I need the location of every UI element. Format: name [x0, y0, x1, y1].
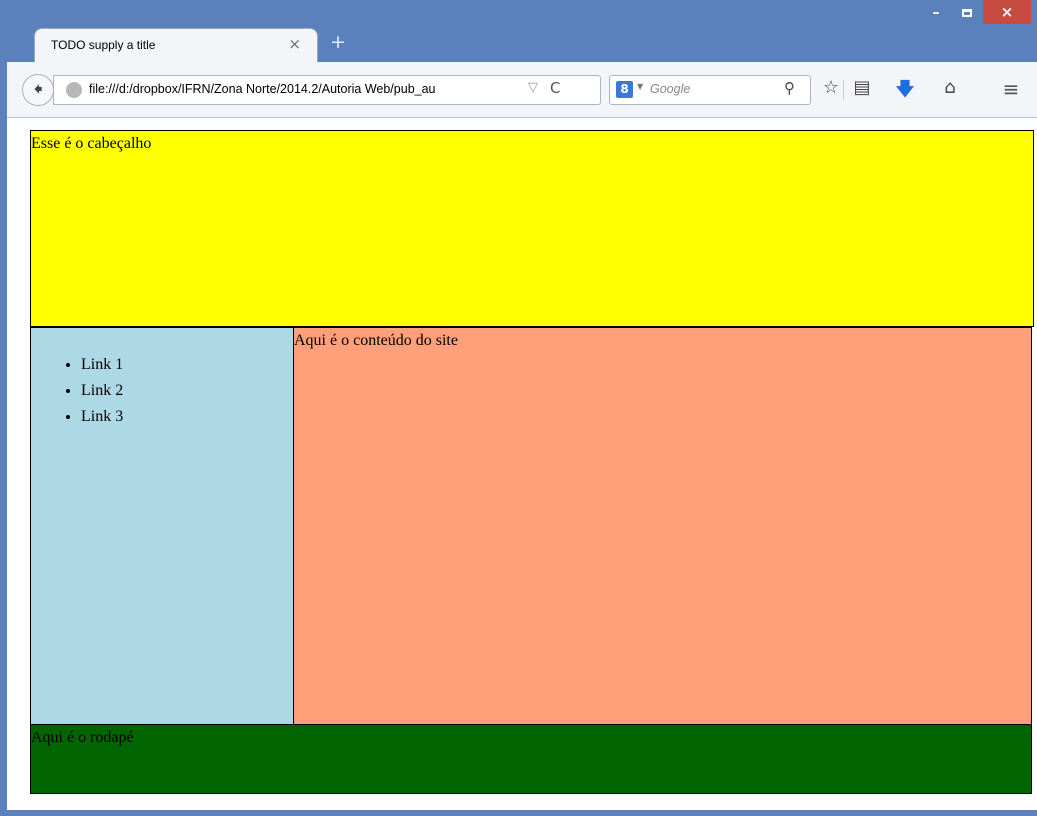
- tab-close-icon[interactable]: ×: [288, 35, 301, 53]
- tab-title: TODO supply a title: [51, 38, 156, 52]
- minimize-button[interactable]: –: [922, 2, 950, 24]
- page-viewport: Esse é o cabeçalho Link 1 Link 2 Link 3 …: [7, 118, 1037, 810]
- history-dropdown-icon[interactable]: ▽: [528, 80, 538, 95]
- tab-active[interactable]: TODO supply a title ×: [34, 28, 318, 62]
- back-button[interactable]: 🠸: [22, 74, 54, 106]
- bookmarks-menu-icon[interactable]: ▤: [850, 77, 874, 98]
- sidebar: Link 1 Link 2 Link 3: [30, 327, 294, 725]
- url-bar[interactable]: file:///d:/dropbox/IFRN/Zona Norte/2014.…: [53, 75, 601, 105]
- globe-icon: [66, 82, 82, 98]
- new-tab-button[interactable]: +: [330, 33, 346, 52]
- reload-icon[interactable]: C: [550, 79, 560, 97]
- search-input[interactable]: Google: [650, 82, 690, 96]
- link-list: Link 1 Link 2 Link 3: [31, 352, 123, 430]
- content-text: Aqui é o conteúdo do site: [294, 332, 458, 349]
- search-icon[interactable]: ⚲: [784, 79, 795, 97]
- list-item: Link 3: [81, 404, 123, 430]
- main-content: Aqui é o conteúdo do site: [293, 327, 1032, 725]
- download-icon[interactable]: 🡇: [893, 77, 917, 107]
- search-engine-dropdown-icon[interactable]: ▼: [637, 82, 643, 91]
- home-icon[interactable]: ⌂: [938, 77, 962, 98]
- footer-text: Aqui é o rodapé: [31, 729, 134, 746]
- menu-icon[interactable]: ≡: [999, 77, 1023, 101]
- link-3[interactable]: Link 3: [81, 408, 123, 425]
- header-text: Esse é o cabeçalho: [31, 135, 152, 152]
- link-2[interactable]: Link 2: [81, 382, 123, 399]
- url-text[interactable]: file:///d:/dropbox/IFRN/Zona Norte/2014.…: [89, 82, 507, 96]
- maximize-icon: [962, 9, 972, 17]
- list-item: Link 1: [81, 352, 123, 378]
- toolbar-separator: [843, 80, 844, 100]
- page-body: Esse é o cabeçalho Link 1 Link 2 Link 3 …: [7, 118, 1037, 810]
- list-item: Link 2: [81, 378, 123, 404]
- link-1[interactable]: Link 1: [81, 356, 123, 373]
- search-engine-icon[interactable]: 8: [616, 81, 633, 98]
- back-arrow-icon: 🠸: [33, 79, 43, 100]
- navigation-bar: 🠸 file:///d:/dropbox/IFRN/Zona Norte/201…: [7, 62, 1037, 118]
- maximize-button[interactable]: [953, 2, 981, 24]
- close-window-button[interactable]: ×: [983, 0, 1031, 24]
- page-header: Esse é o cabeçalho: [30, 130, 1034, 327]
- page-footer: Aqui é o rodapé: [30, 724, 1032, 794]
- bookmark-star-icon[interactable]: ☆: [819, 77, 843, 98]
- search-bar[interactable]: 8 ▼ Google ⚲: [609, 75, 811, 105]
- title-bar: TODO supply a title × + – ×: [0, 0, 1037, 62]
